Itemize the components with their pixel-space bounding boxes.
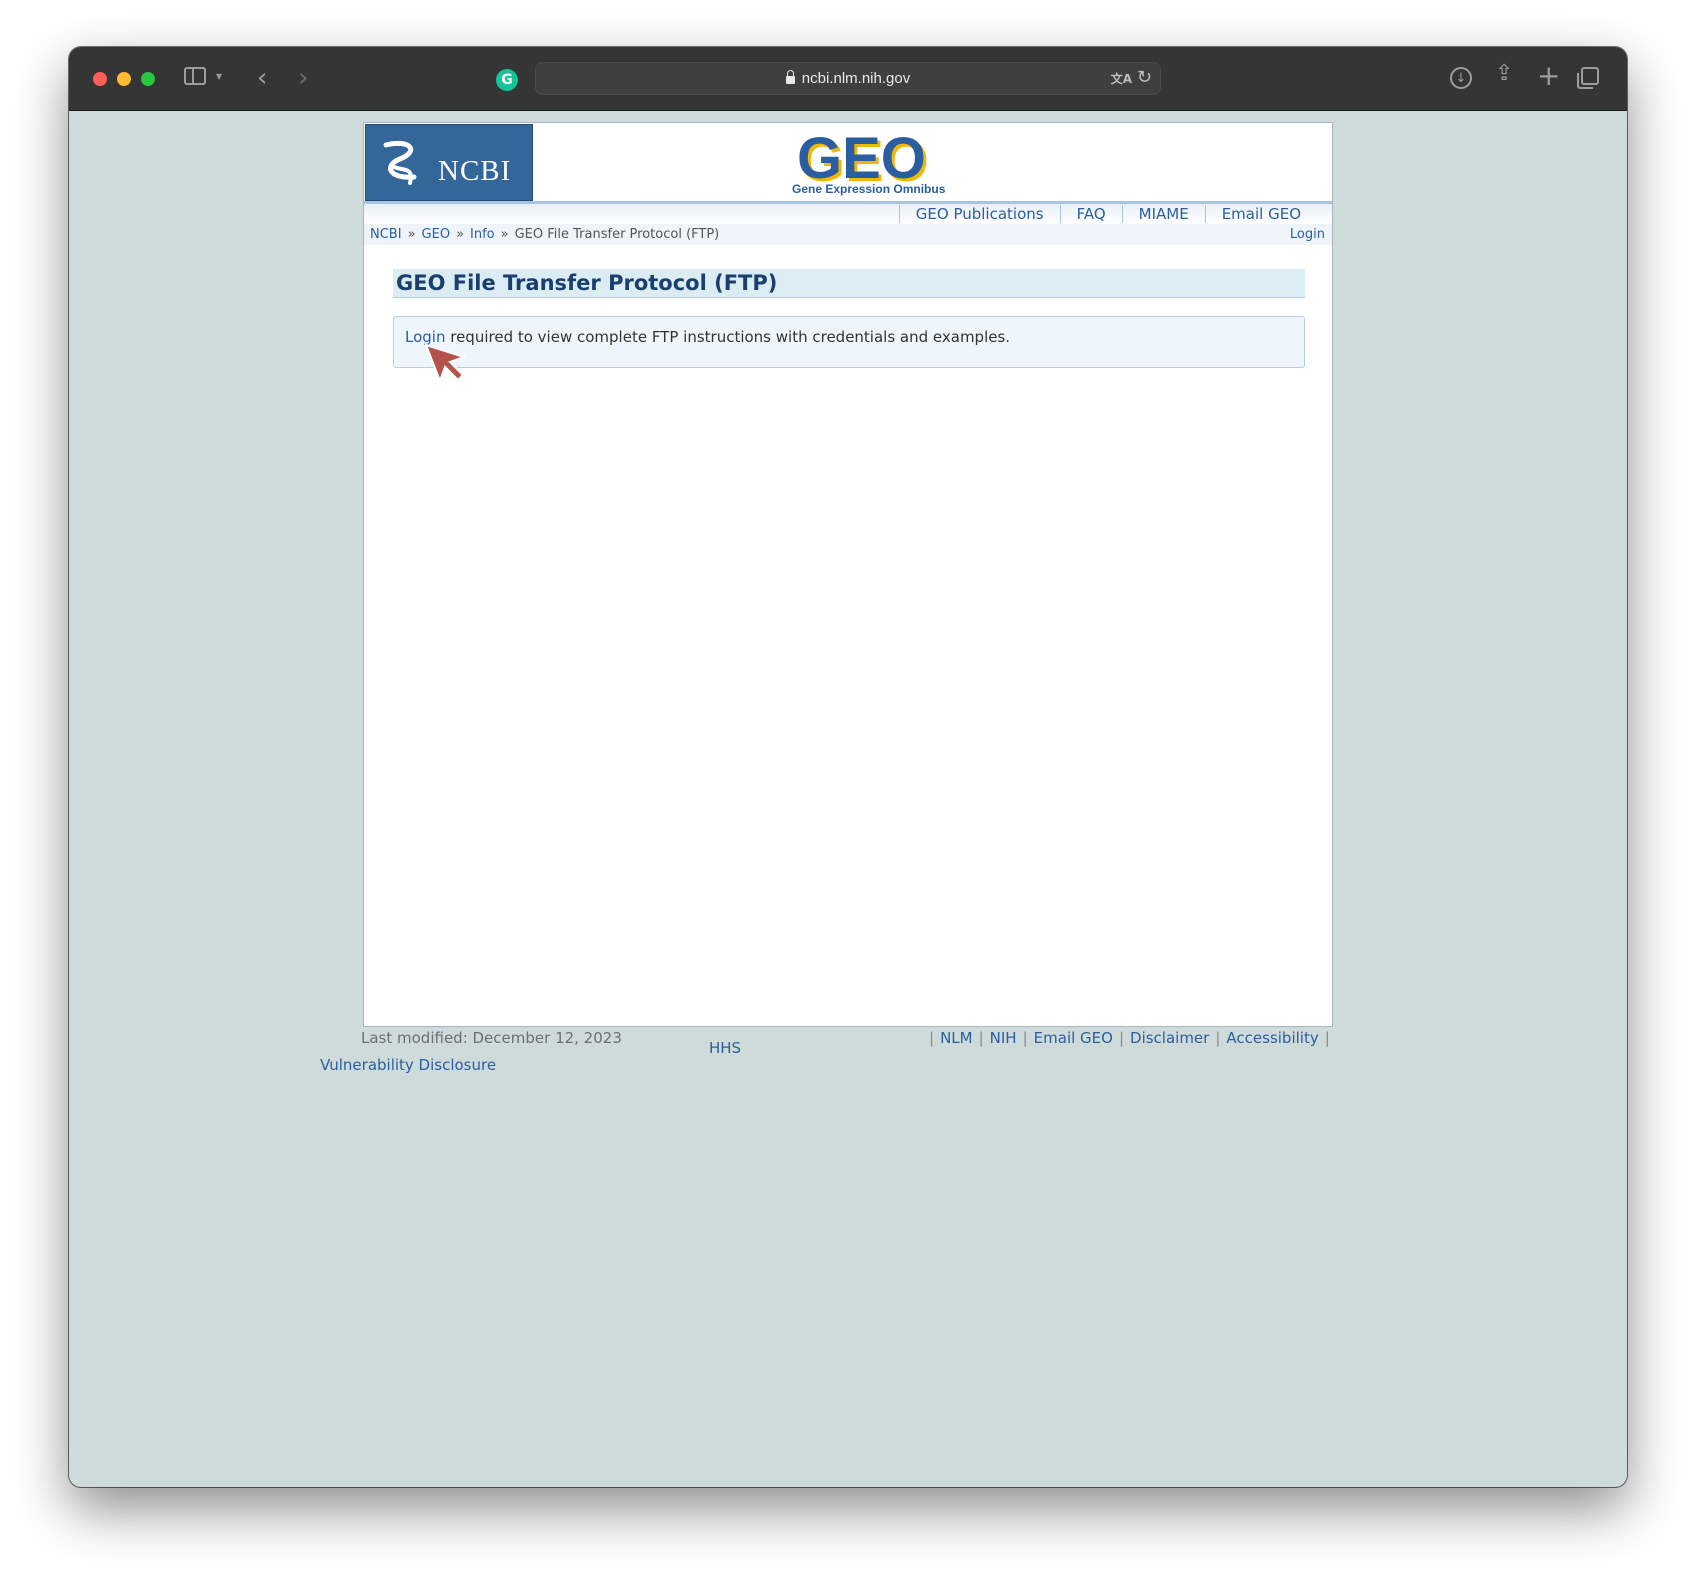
helix-icon <box>383 141 417 185</box>
zoom-window-button[interactable] <box>141 72 155 86</box>
footer-links: | NLM | NIH | Email GEO | Disclaimer | Accessibil… <box>923 1029 1336 1047</box>
address-bar[interactable]: ncbi.nlm.nih.gov 文A ↻ <box>535 62 1161 95</box>
footer-hhs-link[interactable]: HHS <box>709 1039 741 1057</box>
chevron-right-icon[interactable]: › <box>298 63 308 93</box>
chevron-down-icon[interactable]: ▾ <box>216 69 222 83</box>
page-title: GEO File Transfer Protocol (FTP) <box>396 271 778 295</box>
lock-icon <box>785 69 795 84</box>
footer-accessibility-link[interactable]: Accessibility <box>1226 1029 1318 1047</box>
breadcrumb-current: GEO File Transfer Protocol (FTP) <box>514 227 720 242</box>
sidebar-icon[interactable] <box>184 67 206 85</box>
tabs-icon[interactable] <box>1577 67 1599 89</box>
login-notice: Login required to view complete FTP inst… <box>393 316 1305 384</box>
url-text: ncbi.nlm.nih.gov <box>801 70 911 87</box>
footer-separator: | <box>929 1029 935 1047</box>
close-window-button[interactable] <box>93 72 107 86</box>
nav-miame[interactable]: MIAME <box>1121 205 1205 223</box>
footer-nlm-link[interactable]: NLM <box>940 1029 973 1047</box>
minimize-window-button[interactable] <box>117 72 131 86</box>
breadcrumb-info[interactable]: Info <box>470 227 495 242</box>
geo-tagline: Gene Expression Omnibus <box>792 182 946 196</box>
footer-vulnerability-link[interactable]: Vulnerability Disclosure <box>320 1056 496 1074</box>
translate-icon[interactable]: 文A <box>1111 70 1132 87</box>
grammarly-icon[interactable]: G <box>496 69 518 91</box>
page-title-bar: GEO File Transfer Protocol (FTP) <box>393 269 1305 298</box>
footer-separator: | <box>1215 1029 1221 1047</box>
footer-email-geo-link[interactable]: Email GEO <box>1034 1029 1113 1047</box>
nav-faq[interactable]: FAQ <box>1059 205 1122 223</box>
nav-geo-publications[interactable]: GEO Publications <box>898 205 1060 223</box>
browser-window: ▾ ‹ › G ncbi.nlm.nih.gov 文A ↻ ↓ ⇪ + NCBI… <box>69 47 1627 1487</box>
ncbi-logo[interactable]: NCBI <box>365 124 533 201</box>
geo-page: NCBI GEO GEO Gene Expression Omnibus GEO… <box>363 122 1333 1027</box>
breadcrumb-separator: » <box>456 227 465 242</box>
plus-icon[interactable]: + <box>1537 59 1560 92</box>
footer-disclaimer-link[interactable]: Disclaimer <box>1130 1029 1209 1047</box>
share-icon[interactable]: ⇪ <box>1495 61 1513 86</box>
footer-separator: | <box>978 1029 984 1047</box>
ncbi-logo-text: NCBI <box>438 155 512 187</box>
breadcrumb-separator: » <box>407 227 416 242</box>
reload-icon[interactable]: ↻ <box>1137 67 1152 88</box>
breadcrumb-bar: NCBI » GEO » Info » GEO File Transfer Protocol… <box>364 224 1332 245</box>
download-icon[interactable]: ↓ <box>1450 67 1472 89</box>
top-nav: GEO Publications FAQ MIAME Email GEO <box>364 201 1332 226</box>
breadcrumb-separator: » <box>500 227 509 242</box>
browser-toolbar: ▾ ‹ › G ncbi.nlm.nih.gov 文A ↻ ↓ ⇪ + <box>69 47 1627 111</box>
breadcrumb: NCBI » GEO » Info » GEO File Transfer Protocol… <box>370 227 719 242</box>
nav-email-geo[interactable]: Email GEO <box>1204 205 1317 223</box>
breadcrumb-geo[interactable]: GEO <box>422 227 451 242</box>
last-modified: Last modified: December 12, 2023 <box>361 1029 622 1047</box>
footer-separator: | <box>1118 1029 1125 1047</box>
footer-nih-link[interactable]: NIH <box>990 1029 1017 1047</box>
footer-separator: | <box>1022 1029 1028 1047</box>
chevron-left-icon[interactable]: ‹ <box>257 63 267 93</box>
breadcrumb-ncbi[interactable]: NCBI <box>370 227 402 242</box>
notice-message: required to view complete FTP instructio… <box>445 328 1011 346</box>
mouse-cursor-icon <box>424 343 466 384</box>
footer-separator: | <box>1324 1029 1330 1047</box>
login-link[interactable]: Login <box>1290 227 1325 242</box>
